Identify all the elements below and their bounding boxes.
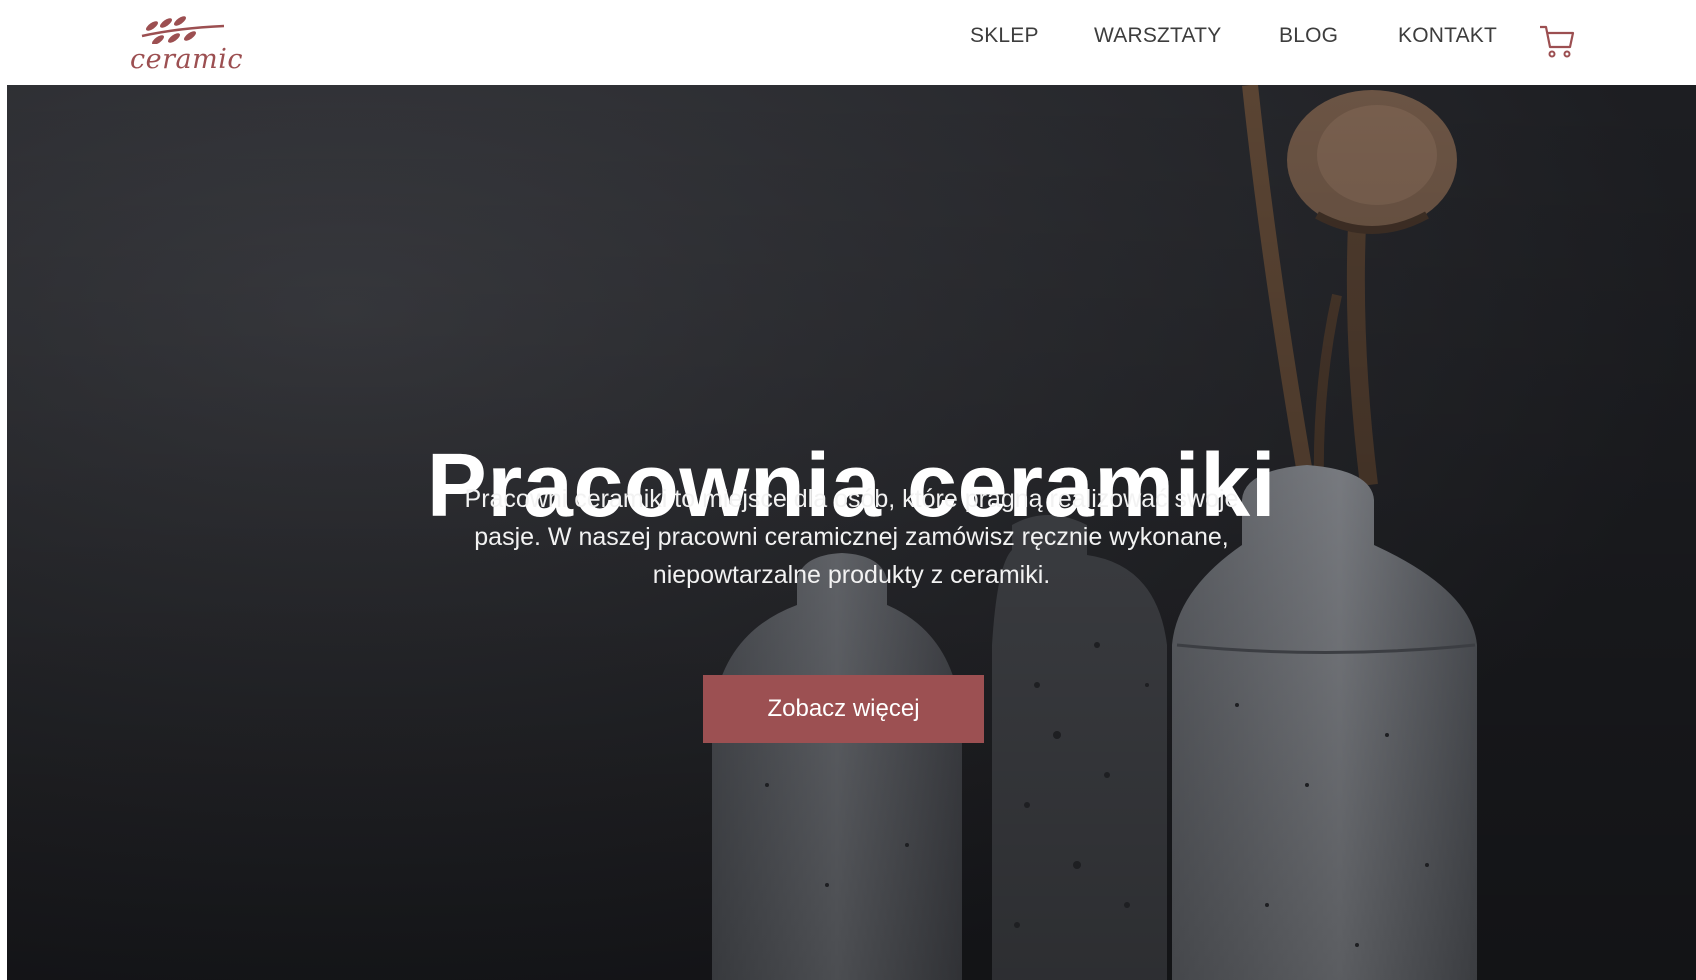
hero-section: Pracownia ceramiki Pracowni ceramiki to … [7, 85, 1696, 980]
logo-text: ceramic [130, 44, 243, 75]
nav-item-sklep[interactable]: SKLEP [970, 24, 1039, 48]
leaf-branch-icon [141, 16, 225, 44]
nav-item-blog[interactable]: BLOG [1279, 24, 1338, 48]
site-header: ceramic SKLEP WARSZTATY BLOG KONTAKT [0, 0, 1696, 85]
nav-item-kontakt[interactable]: KONTAKT [1398, 24, 1497, 48]
see-more-button[interactable]: Zobacz więcej [703, 675, 984, 743]
shopping-cart-icon[interactable] [1537, 21, 1577, 61]
nav-item-warsztaty[interactable]: WARSZTATY [1094, 24, 1221, 48]
logo[interactable]: ceramic [128, 14, 243, 76]
hero-description: Pracowni ceramiki to miejsce dla osób, k… [464, 485, 1239, 589]
